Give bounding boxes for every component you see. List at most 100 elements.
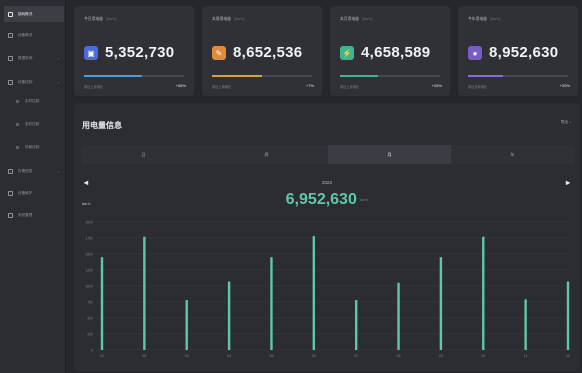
card-value: 4,658,589 [361,44,431,61]
bar [270,257,273,350]
menu-icon [8,79,13,85]
card-title: 今日用电量 (kw·h) [84,17,117,21]
sidebar-item-label: 能耗概况 [18,11,33,16]
card-foot: 同比上周增长 [212,85,232,89]
card-title: 今年用电量 (kw·h) [468,17,501,21]
progress-fill [340,75,378,77]
card-value: 8,652,536 [233,44,303,61]
progress-bar [212,75,312,77]
card-percent: +58% [175,83,186,88]
sidebar-item-7[interactable]: 告警信息 › [4,163,64,179]
calendar-icon: ▣ [84,46,98,60]
progress-bar [84,75,184,77]
card-value: 8,952,630 [489,44,559,61]
card-percent: +7% [305,83,314,88]
sidebar-item-label: 实时控制 [25,98,40,103]
bar [185,300,188,350]
sidebar-item-label: 设备控制 [18,79,33,84]
x-tick-label: 02 [142,354,146,358]
sidebar-item-8[interactable]: 设备维护 [4,185,64,201]
x-tick-label: 12 [566,354,570,358]
chevron-right-icon: › [57,55,59,61]
sidebar: 能耗概况 设备概况 数据查询 › 设备控制 › 实时控制 定时控制 场景控制 告警信息 › 设备维护系… [0,0,66,373]
bar [312,236,316,350]
x-tick-label: 10 [481,354,485,358]
y-tick-label: 1750 [85,236,93,240]
bar [143,236,146,350]
sidebar-item-label: 场景控制 [25,144,40,149]
y-tick-label: 250 [87,332,93,336]
lightning-icon: ⚡ [340,46,354,60]
x-tick-label: 08 [397,354,401,358]
x-tick-label: 05 [269,354,273,358]
x-tick-label: 01 [100,354,104,358]
menu-icon [8,11,13,17]
monthly-bar-chart: 0 250 500 750 1000 1250 1500 1750 2000 01 02 03 04 05… [85,220,572,358]
x-tick-label: 03 [185,354,189,358]
sidebar-item-label: 数据查询 [18,55,33,60]
card-value: 5,352,730 [105,44,175,61]
sidebar-item-3[interactable]: 设备控制 › [4,74,64,90]
progress-fill [212,75,262,77]
sidebar-item-9[interactable]: 系统管理 [4,207,64,223]
card-unit: (kw·h) [105,17,117,21]
stat-card: 本周用电量 (kw·h) ✎ 8,652,536 同比上周增长 +7% [202,6,322,96]
sidebar-item-6[interactable]: 场景控制 [4,139,64,155]
menu-icon [8,190,13,196]
bar [439,257,443,350]
y-tick-label: 500 [87,316,93,320]
sidebar-item-label: 告警信息 [18,168,33,173]
y-tick-label: 1250 [85,268,93,272]
sidebar-item-label: 定时控制 [25,121,40,126]
y-tick-label: 0 [91,348,93,352]
sidebar-item-0[interactable]: 能耗概况 [4,6,64,22]
progress-fill [468,75,503,77]
card-unit: (kw·h) [361,17,373,21]
sidebar-item-label: 设备维护 [18,190,33,195]
card-percent: +39% [559,83,570,88]
x-tick-label: 09 [439,354,443,358]
progress-bar [468,75,568,77]
stat-card: 本月用电量 (kw·h) ⚡ 4,658,589 同比上月增长 +28% [330,6,450,96]
bullet-icon [16,99,19,103]
menu-icon [8,55,13,61]
bar [227,281,231,350]
energy-info-panel: 用电量信息 导出 ⌄ 日周月年 ◂ ▸ 2023 6,952,630 kw·h k… [74,103,580,371]
card-unit: (kw·h) [233,17,245,21]
bar [524,299,527,350]
stat-card: 今年用电量 (kw·h) ● 8,952,630 同比去年增长 +39% [458,6,578,96]
card-unit: (kw·h) [489,17,501,21]
y-tick-label: 2000 [85,220,93,224]
bar [354,300,358,350]
card-title: 本月用电量 (kw·h) [340,17,373,21]
sidebar-item-5[interactable]: 定时控制 [4,116,64,132]
x-tick-label: 04 [227,354,231,358]
y-tick-label: 1000 [85,284,93,288]
menu-icon [8,212,13,218]
sidebar-item-label: 系统管理 [18,212,33,217]
y-tick-label: 1500 [85,252,93,256]
sidebar-item-2[interactable]: 数据查询 › [4,50,64,66]
menu-icon [8,32,13,38]
chevron-right-icon: › [57,168,59,174]
progress-bar [340,75,440,77]
bar [100,257,104,350]
bullet-icon [16,145,19,149]
sidebar-item-1[interactable]: 设备概况 [4,27,64,43]
plug-icon: ✎ [212,46,226,60]
sidebar-item-4[interactable]: 实时控制 [4,93,64,109]
card-foot: 同比上月增长 [84,85,104,89]
x-tick-label: 11 [524,354,528,358]
x-tick-label: 07 [354,354,358,358]
card-percent: +28% [431,83,442,88]
bar [397,282,400,350]
bar [482,236,485,350]
menu-icon [8,168,13,174]
sidebar-item-label: 设备概况 [18,32,33,37]
card-title: 本周用电量 (kw·h) [212,17,245,21]
stat-card: 今日用电量 (kw·h) ▣ 5,352,730 同比上月增长 +58% [74,6,194,96]
bar [566,281,570,350]
y-tick-label: 750 [87,300,93,304]
card-foot: 同比上月增长 [340,85,360,89]
x-tick-label: 06 [312,354,316,358]
